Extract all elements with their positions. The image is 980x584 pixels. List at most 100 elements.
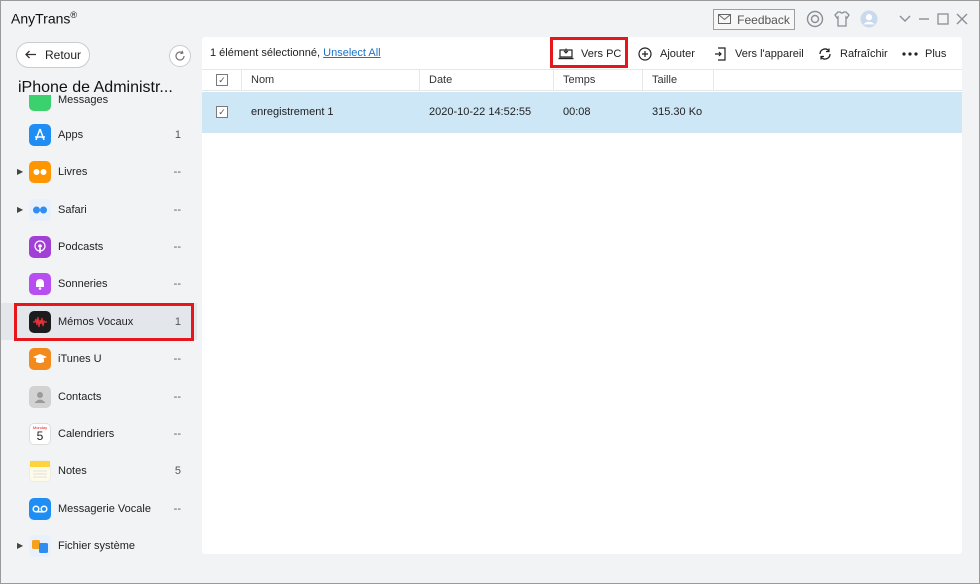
sidebar-item-label: Sonneries (58, 277, 108, 290)
add-button[interactable]: Ajouter (637, 45, 695, 63)
refresh-label: Rafraîchir (840, 48, 888, 60)
sidebar-item-count: 5 (174, 464, 181, 477)
graduation-cap-icon (29, 347, 51, 370)
books-icon (29, 160, 51, 183)
add-label: Ajouter (660, 48, 695, 60)
refresh-icon (817, 46, 833, 62)
refresh-device-button[interactable] (169, 45, 191, 67)
sidebar-item-count: 1 (174, 315, 181, 328)
sidebar-item-label: Mémos Vocaux (58, 315, 134, 328)
arrow-left-icon (25, 48, 37, 62)
select-all-cell[interactable]: ✓ (202, 70, 242, 91)
sidebar-item-count: -- (173, 240, 181, 253)
sidebar-item-count: -- (173, 165, 181, 178)
refresh-icon (175, 50, 185, 61)
notes-icon (29, 459, 51, 482)
sidebar-item-label: iTunes U (58, 352, 102, 365)
plus-circle-icon (637, 46, 653, 62)
mail-icon (718, 13, 732, 27)
chevron-down-icon[interactable] (896, 10, 914, 28)
cell-size: 315.30 Ko (652, 106, 703, 118)
sidebar-item-label: Calendriers (58, 427, 115, 440)
sidebar-item-itunes-u[interactable]: iTunes U -- (1, 340, 197, 377)
sidebar: Retour iPhone de Administr... Messages A… (1, 37, 197, 583)
sidebar-item-count: -- (173, 277, 181, 290)
sidebar-item-label: Livres (58, 165, 88, 178)
to-device-button[interactable]: Vers l'appareil (712, 45, 804, 63)
sidebar-item-label: Messagerie Vocale (58, 502, 151, 515)
minimize-icon[interactable] (915, 10, 933, 28)
sidebar-item-count: -- (173, 352, 181, 365)
account-avatar-icon[interactable] (860, 10, 878, 28)
expand-arrow-icon[interactable]: ▶ (17, 541, 23, 550)
to-device-label: Vers l'appareil (735, 48, 804, 60)
laptop-export-icon (558, 46, 574, 62)
category-list: Messages Apps 1 ▶ Livres -- ▶ Safari -- … (1, 95, 197, 583)
sidebar-item-label: Messages (58, 95, 109, 106)
sidebar-item-count: -- (173, 203, 181, 216)
skin-icon[interactable] (833, 10, 851, 28)
maximize-icon[interactable] (934, 10, 952, 28)
cell-name: enregistrement 1 (251, 106, 334, 118)
sidebar-item-label: Apps (58, 128, 84, 141)
sidebar-item-label: Safari (58, 203, 87, 216)
row-checkbox[interactable]: ✓ (216, 106, 228, 119)
sidebar-item-count: -- (173, 427, 181, 440)
voicemail-icon (29, 497, 51, 520)
to-pc-label: Vers PC (581, 48, 622, 60)
contacts-icon (29, 385, 51, 408)
app-window: AnyTrans® Feedback Retour iPhone de Admi… (0, 0, 980, 584)
sidebar-item-messages[interactable]: Messages (1, 95, 197, 118)
sidebar-item-notes[interactable]: Notes 5 (1, 452, 197, 489)
expand-arrow-icon[interactable]: ▶ (17, 167, 23, 176)
sidebar-item-memos-vocaux[interactable]: Mémos Vocaux 1 (1, 303, 197, 340)
selection-count-text: 1 élément sélectionné, (210, 47, 321, 59)
sidebar-item-messagerie-vocale[interactable]: Messagerie Vocale -- (1, 490, 197, 527)
expand-arrow-icon[interactable]: ▶ (17, 205, 23, 214)
toolbar: 1 élément sélectionné, Unselect All Vers… (202, 37, 962, 69)
select-all-checkbox[interactable]: ✓ (216, 74, 228, 87)
unselect-all-link[interactable]: Unselect All (323, 47, 380, 59)
bell-icon (29, 272, 51, 295)
feedback-button[interactable]: Feedback (713, 9, 795, 30)
title-bar: AnyTrans® Feedback (1, 1, 979, 37)
column-header-date[interactable]: Date (420, 70, 554, 91)
column-header-size[interactable]: Taille (643, 70, 714, 91)
column-header-time[interactable]: Temps (554, 70, 643, 91)
main-panel: 1 élément sélectionné, Unselect All Vers… (202, 37, 962, 554)
more-button[interactable]: Plus (902, 45, 946, 63)
calendar-icon: Monday 5 (29, 422, 51, 445)
app-title: AnyTrans® (11, 10, 78, 27)
sidebar-item-podcasts[interactable]: Podcasts -- (1, 228, 197, 265)
support-icon[interactable] (806, 10, 824, 28)
sidebar-item-apps[interactable]: Apps 1 (1, 116, 197, 153)
sidebar-item-label: Notes (58, 464, 87, 477)
safari-icon (29, 198, 51, 221)
sidebar-item-calendriers[interactable]: Monday 5 Calendriers -- (1, 415, 197, 452)
sidebar-item-count: -- (173, 502, 181, 515)
table-row[interactable]: ✓ enregistrement 1 2020-10-22 14:52:55 0… (202, 92, 962, 133)
sidebar-item-count: -- (173, 390, 181, 403)
sidebar-item-label: Contacts (58, 390, 102, 403)
voice-memo-icon (29, 310, 51, 333)
to-pc-button[interactable]: Vers PC (558, 45, 621, 63)
column-header-name[interactable]: Nom (242, 70, 420, 91)
cell-time: 00:08 (563, 106, 591, 118)
selection-info: 1 élément sélectionné, Unselect All (210, 47, 381, 59)
sidebar-item-contacts[interactable]: Contacts -- (1, 378, 197, 415)
podcasts-icon (29, 235, 51, 258)
sidebar-item-count: 1 (174, 128, 181, 141)
sidebar-item-safari[interactable]: ▶ Safari -- (1, 191, 197, 228)
row-checkbox-cell[interactable]: ✓ (202, 92, 242, 133)
sidebar-item-sonneries[interactable]: Sonneries -- (1, 265, 197, 302)
refresh-button[interactable]: Rafraîchir (817, 45, 888, 63)
file-system-icon (29, 534, 51, 557)
sidebar-item-fichier-systeme[interactable]: ▶ Fichier système (1, 527, 197, 564)
app-store-icon (29, 123, 51, 146)
messages-icon (29, 95, 51, 111)
more-dots-icon (902, 46, 918, 62)
sidebar-item-livres[interactable]: ▶ Livres -- (1, 153, 197, 190)
sidebar-item-label: Podcasts (58, 240, 104, 253)
back-button[interactable]: Retour (16, 42, 90, 68)
close-icon[interactable] (953, 10, 971, 28)
